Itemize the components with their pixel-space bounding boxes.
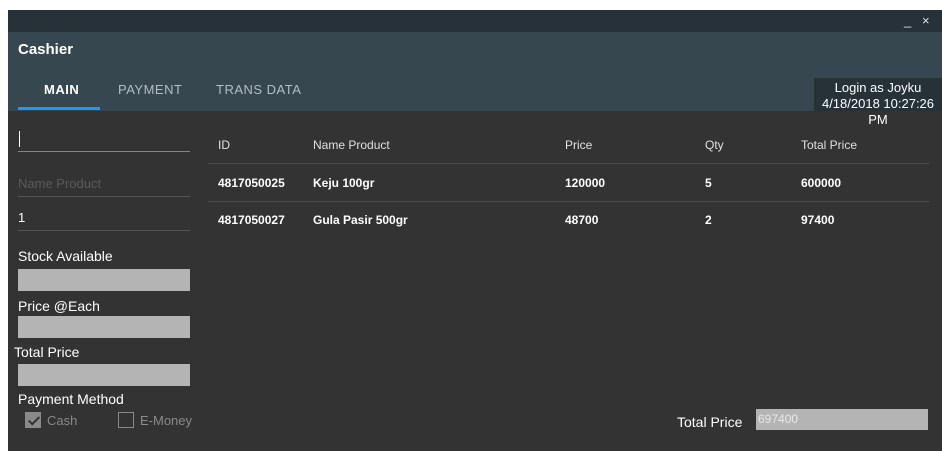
- minimize-icon[interactable]: _: [904, 13, 911, 28]
- grand-total-label: Total Price: [677, 414, 743, 430]
- checkbox-checked-icon: [25, 412, 41, 428]
- login-info: Login as Joyku 4/18/2018 10:27:26 PM: [814, 78, 942, 127]
- payment-method-label: Payment Method: [18, 391, 124, 407]
- cell-id: 4817050025: [218, 176, 285, 190]
- col-header-qty[interactable]: Qty: [705, 138, 724, 152]
- cell-price: 48700: [565, 213, 599, 227]
- tab-payment[interactable]: PAYMENT: [118, 82, 182, 97]
- cell-qty: 5: [705, 176, 712, 190]
- title-bar: _ ×: [8, 10, 942, 32]
- emoney-checkbox[interactable]: E-Money: [118, 412, 192, 428]
- tab-trans-data[interactable]: TRANS DATA: [216, 82, 301, 97]
- price-each-field: [18, 316, 190, 338]
- app-title: Cashier: [18, 41, 74, 58]
- cashier-window: _ × Cashier MAIN PAYMENT TRANS DATA Logi…: [8, 10, 942, 451]
- quantity-value: 1: [18, 210, 26, 225]
- close-icon[interactable]: ×: [922, 13, 930, 28]
- active-tab-indicator: [18, 107, 100, 110]
- cash-label: Cash: [47, 412, 78, 428]
- row-divider: [208, 201, 930, 202]
- name-product-input[interactable]: Name Product: [18, 172, 190, 197]
- col-header-total[interactable]: Total Price: [801, 138, 857, 152]
- header-divider: [208, 163, 930, 164]
- stock-available-label: Stock Available: [18, 248, 113, 264]
- emoney-label: E-Money: [140, 412, 193, 428]
- col-header-price[interactable]: Price: [565, 138, 592, 152]
- cell-id: 4817050027: [218, 213, 285, 227]
- tab-main[interactable]: MAIN: [44, 82, 79, 97]
- cell-name: Gula Pasir 500gr: [313, 213, 408, 227]
- cell-total: 97400: [801, 213, 835, 227]
- price-each-label: Price @Each: [18, 298, 100, 314]
- cash-checkbox[interactable]: Cash: [25, 412, 77, 428]
- app-header: _ × Cashier MAIN PAYMENT TRANS DATA Logi…: [8, 10, 942, 127]
- login-user: Login as Joyku: [834, 80, 922, 95]
- checkbox-unchecked-icon: [118, 412, 134, 428]
- cell-total: 600000: [801, 176, 842, 190]
- product-id-input[interactable]: [18, 127, 190, 152]
- cell-qty: 2: [705, 213, 712, 227]
- top-strip: [0, 0, 942, 10]
- quantity-input[interactable]: 1: [18, 206, 190, 231]
- login-datetime: 4/18/2018 10:27:26 PM: [821, 96, 935, 127]
- cell-price: 120000: [565, 176, 606, 190]
- total-price-field: [18, 364, 190, 386]
- stock-available-field: [18, 269, 190, 291]
- col-header-id[interactable]: ID: [218, 138, 230, 152]
- total-price-label: Total Price: [14, 344, 80, 360]
- text-caret: [19, 131, 20, 147]
- name-product-placeholder: Name Product: [18, 176, 102, 191]
- col-header-name[interactable]: Name Product: [313, 138, 390, 152]
- grand-total-field: 697400: [756, 409, 928, 430]
- cell-name: Keju 100gr: [313, 176, 375, 190]
